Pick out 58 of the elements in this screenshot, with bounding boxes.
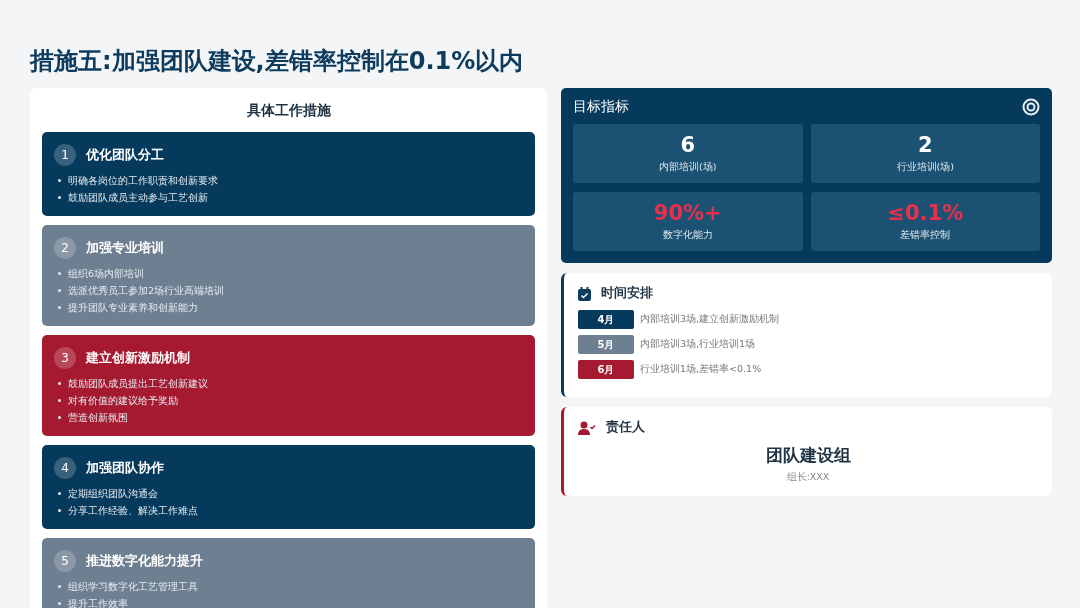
metric-value: 90%+ bbox=[653, 201, 722, 225]
bullet-item: 组织6场内部培训 bbox=[68, 267, 145, 281]
bullet-dot bbox=[58, 306, 61, 309]
step-number: 2 bbox=[54, 237, 76, 259]
bullet-dot bbox=[58, 492, 61, 495]
panel-heading: 具体工作措施 bbox=[245, 101, 332, 118]
bullet-dot bbox=[58, 179, 61, 182]
metric-label: 内部培训(场) bbox=[659, 161, 717, 174]
bullet-item: 分享工作经验、解决工作难点 bbox=[68, 504, 198, 518]
month-tag: 5月 bbox=[578, 335, 634, 354]
user-check-icon bbox=[578, 420, 596, 435]
card-title: 优化团队分工 bbox=[86, 146, 164, 164]
card-heading: 时间安排 bbox=[601, 285, 653, 302]
month-tag: 6月 bbox=[578, 360, 634, 379]
panel-heading: 目标指标 bbox=[573, 98, 629, 116]
page-title: 措施五:加强团队建设,差错率控制在0.1%以内 bbox=[30, 46, 525, 77]
step-number: 5 bbox=[54, 550, 76, 572]
card-heading: 责任人 bbox=[606, 419, 645, 436]
metric-label: 行业培训(场) bbox=[896, 161, 954, 174]
bullet-item: 鼓励团队成员提出工艺创新建议 bbox=[68, 377, 208, 391]
metric-value: 2 bbox=[917, 133, 933, 157]
schedule-text: 行业培训1场,差错率<0.1% bbox=[640, 363, 762, 376]
bullet-dot bbox=[58, 196, 61, 199]
bullet-item: 明确各岗位的工作职责和创新要求 bbox=[68, 174, 218, 188]
bullet-dot bbox=[58, 509, 61, 512]
bullet-item: 营造创新氛围 bbox=[68, 411, 128, 425]
bullet-item: 提升工作效率 bbox=[68, 597, 128, 608]
card-title: 建立创新激励机制 bbox=[86, 349, 190, 367]
calendar-check-icon bbox=[578, 286, 591, 301]
leader-text: 组长:XXX bbox=[785, 471, 831, 484]
schedule-text: 内部培训3场,建立创新激励机制 bbox=[640, 313, 780, 326]
bullet-item: 定期组织团队沟通会 bbox=[68, 487, 158, 501]
metric-value: ≤0.1% bbox=[887, 201, 964, 225]
step-number: 3 bbox=[54, 347, 76, 369]
bullet-item: 选派优秀员工参加2场行业高端培训 bbox=[68, 284, 225, 298]
metric-label: 差错率控制 bbox=[900, 229, 951, 242]
card-title: 推进数字化能力提升 bbox=[86, 552, 203, 570]
card-title: 加强专业培训 bbox=[86, 239, 164, 257]
target-icon bbox=[1022, 98, 1040, 116]
step-number: 4 bbox=[54, 457, 76, 479]
month-tag: 4月 bbox=[578, 310, 634, 329]
bullet-dot bbox=[58, 602, 61, 605]
bullet-item: 鼓励团队成员主动参与工艺创新 bbox=[68, 191, 208, 205]
bullet-item: 对有价值的建议给予奖励 bbox=[68, 394, 178, 408]
card-title: 加强团队协作 bbox=[86, 459, 164, 477]
bullet-dot bbox=[58, 399, 61, 402]
schedule-text: 内部培训3场,行业培训1场 bbox=[640, 338, 756, 351]
bullet-dot bbox=[58, 416, 61, 419]
bullet-item: 组织学习数字化工艺管理工具 bbox=[68, 580, 198, 594]
step-number: 1 bbox=[54, 144, 76, 166]
team-name: 团队建设组 bbox=[764, 444, 852, 467]
bullet-dot bbox=[58, 272, 61, 275]
metric-value: 6 bbox=[680, 133, 696, 157]
bullet-item: 提升团队专业素养和创新能力 bbox=[68, 301, 198, 315]
bullet-dot bbox=[58, 289, 61, 292]
bullet-dot bbox=[58, 382, 61, 385]
bullet-dot bbox=[58, 585, 61, 588]
metric-label: 数字化能力 bbox=[662, 229, 713, 242]
